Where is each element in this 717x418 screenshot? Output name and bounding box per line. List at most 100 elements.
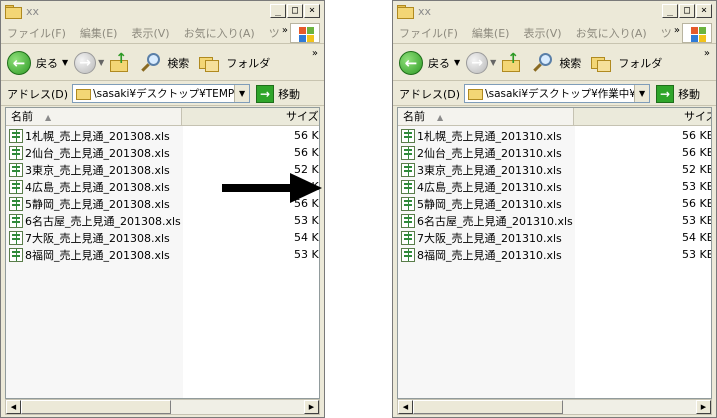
title-bar[interactable]: xx _ □ ×	[1, 1, 324, 21]
file-size: 56 KB	[294, 146, 319, 159]
address-value: \sasaki¥デスクトップ¥作業中¥xx	[485, 88, 649, 100]
back-dropdown-icon[interactable]: ▼	[454, 58, 460, 67]
menu-edit[interactable]: 編集(E)	[472, 25, 510, 41]
excel-file-icon	[401, 196, 415, 211]
excel-file-icon	[401, 128, 415, 143]
menu-view[interactable]: 表示(V)	[523, 25, 561, 41]
address-dropdown-icon[interactable]: ▼	[634, 85, 650, 102]
address-label: アドレス(D)	[399, 87, 461, 101]
menu-file[interactable]: ファイル(F)	[7, 25, 66, 41]
title-bar[interactable]: xx _ □ ×	[393, 1, 716, 21]
file-row[interactable]: 7大阪_売上見通_201308.xls 54 KB	[6, 229, 319, 246]
folders-icon[interactable]	[591, 53, 613, 73]
maximize-button[interactable]: □	[679, 4, 695, 18]
scroll-right-icon[interactable]: ▶	[304, 400, 319, 414]
file-row[interactable]: 6名古屋_売上見通_201310.xls 53 KB	[398, 212, 711, 229]
forward-dropdown-icon[interactable]: ▼	[98, 58, 104, 67]
back-arrow-icon: ←	[7, 50, 31, 75]
column-size-label: サイズ	[684, 110, 711, 123]
menu-favorites[interactable]: お気に入り(A)	[576, 25, 647, 41]
file-row[interactable]: 3東京_売上見通_201310.xls 52 KB	[398, 161, 711, 178]
folders-label[interactable]: フォルダ	[226, 55, 270, 71]
close-button[interactable]: ×	[304, 4, 320, 18]
toolbar: ← 戻る ▼ → ▼ ↑ 検索 フォルダ »	[1, 45, 324, 81]
explorer-window-right: xx _ □ × ファイル(F) 編集(E) 表示(V) お気に入り(A) ツ …	[392, 0, 717, 418]
address-input[interactable]: \sasaki¥デスクトップ¥TEMP¥xx ▼	[72, 84, 251, 103]
menu-tools[interactable]: ツ	[661, 25, 672, 41]
file-row[interactable]: 6名古屋_売上見通_201308.xls 53 KB	[6, 212, 319, 229]
address-dropdown-icon[interactable]: ▼	[234, 85, 250, 102]
back-button[interactable]: ← 戻る ▼	[399, 50, 466, 75]
file-size: 54 KB	[294, 231, 319, 244]
toolbar-overflow-chevron-icon[interactable]: »	[704, 48, 710, 59]
file-size: 56 KB	[682, 146, 712, 159]
menu-file[interactable]: ファイル(F)	[399, 25, 458, 41]
column-name-header[interactable]: 名前 ▲	[398, 108, 574, 125]
search-icon[interactable]	[140, 52, 162, 74]
scroll-thumb[interactable]	[21, 400, 171, 414]
back-button[interactable]: ← 戻る ▼	[7, 50, 74, 75]
folders-icon[interactable]	[199, 53, 221, 73]
go-label[interactable]: 移動	[278, 86, 300, 102]
scroll-thumb[interactable]	[413, 400, 563, 414]
menu-edit[interactable]: 編集(E)	[80, 25, 118, 41]
menu-view[interactable]: 表示(V)	[131, 25, 169, 41]
up-folder-icon[interactable]: ↑	[108, 51, 132, 75]
horizontal-scrollbar[interactable]: ◀ ▶	[5, 399, 320, 415]
menu-overflow-chevron-icon[interactable]: »	[282, 25, 288, 36]
folders-label[interactable]: フォルダ	[618, 55, 662, 71]
minimize-button[interactable]: _	[270, 4, 286, 18]
close-button[interactable]: ×	[696, 4, 712, 18]
scroll-left-icon[interactable]: ◀	[6, 400, 21, 414]
sort-ascending-icon: ▲	[45, 113, 52, 122]
scroll-right-icon[interactable]: ▶	[696, 400, 711, 414]
window-controls: _ □ ×	[662, 4, 712, 18]
search-label[interactable]: 検索	[559, 55, 581, 71]
file-row[interactable]: 2仙台_売上見通_201308.xls 56 KB	[6, 144, 319, 161]
file-row[interactable]: 1札幌_売上見通_201310.xls 56 KB	[398, 127, 711, 144]
excel-file-icon	[9, 162, 23, 177]
back-dropdown-icon[interactable]: ▼	[62, 58, 68, 67]
minimize-button[interactable]: _	[662, 4, 678, 18]
folder-icon	[397, 5, 414, 19]
file-row[interactable]: 7大阪_売上見通_201310.xls 54 KB	[398, 229, 711, 246]
go-arrow-icon[interactable]: →	[256, 84, 275, 103]
address-input[interactable]: \sasaki¥デスクトップ¥作業中¥xx ▼	[464, 84, 651, 103]
folder-icon	[5, 5, 22, 19]
go-arrow-icon[interactable]: →	[656, 84, 675, 103]
scroll-left-icon[interactable]: ◀	[398, 400, 413, 414]
column-size-header[interactable]: サイズ	[186, 108, 319, 125]
column-name-header[interactable]: 名前 ▲	[6, 108, 182, 125]
address-bar: アドレス(D) \sasaki¥デスクトップ¥作業中¥xx ▼ → 移動	[393, 82, 716, 106]
menu-favorites[interactable]: お気に入り(A)	[184, 25, 255, 41]
file-row[interactable]: 4広島_売上見通_201310.xls 53 KB	[398, 178, 711, 195]
file-name: 6名古屋_売上見通_201310.xls	[417, 214, 573, 228]
forward-arrow-icon[interactable]: →	[74, 51, 97, 74]
file-row[interactable]: 8福岡_売上見通_201308.xls 53 KB	[6, 246, 319, 263]
file-row[interactable]: 2仙台_売上見通_201310.xls 56 KB	[398, 144, 711, 161]
go-label[interactable]: 移動	[678, 86, 700, 102]
maximize-button[interactable]: □	[287, 4, 303, 18]
file-row[interactable]: 5静岡_売上見通_201310.xls 56 KB	[398, 195, 711, 212]
up-folder-icon[interactable]: ↑	[500, 51, 524, 75]
file-list: 名前 ▲ サイズ 1札幌_売上見通_201310.xls 56 KB 2仙台_売上見…	[397, 107, 712, 399]
forward-dropdown-icon[interactable]: ▼	[490, 58, 496, 67]
file-name: 2仙台_売上見通_201310.xls	[417, 146, 562, 160]
toolbar-overflow-chevron-icon[interactable]: »	[312, 48, 318, 59]
menu-tools[interactable]: ツ	[269, 25, 280, 41]
file-name: 4広島_売上見通_201308.xls	[25, 180, 170, 194]
column-name-label: 名前	[403, 110, 425, 123]
search-icon[interactable]	[532, 52, 554, 74]
file-name: 3東京_売上見通_201310.xls	[417, 163, 562, 177]
menu-overflow-chevron-icon[interactable]: »	[674, 25, 680, 36]
file-name: 8福岡_売上見通_201308.xls	[25, 248, 170, 262]
windows-logo-icon	[682, 23, 712, 43]
search-label[interactable]: 検索	[167, 55, 189, 71]
column-size-header[interactable]: サイズ	[578, 108, 711, 125]
file-row[interactable]: 1札幌_売上見通_201308.xls 56 KB	[6, 127, 319, 144]
file-row[interactable]: 8福岡_売上見通_201310.xls 53 KB	[398, 246, 711, 263]
horizontal-scrollbar[interactable]: ◀ ▶	[397, 399, 712, 415]
file-size: 56 KB	[294, 129, 319, 142]
forward-arrow-icon[interactable]: →	[466, 51, 489, 74]
excel-file-icon	[9, 247, 23, 262]
